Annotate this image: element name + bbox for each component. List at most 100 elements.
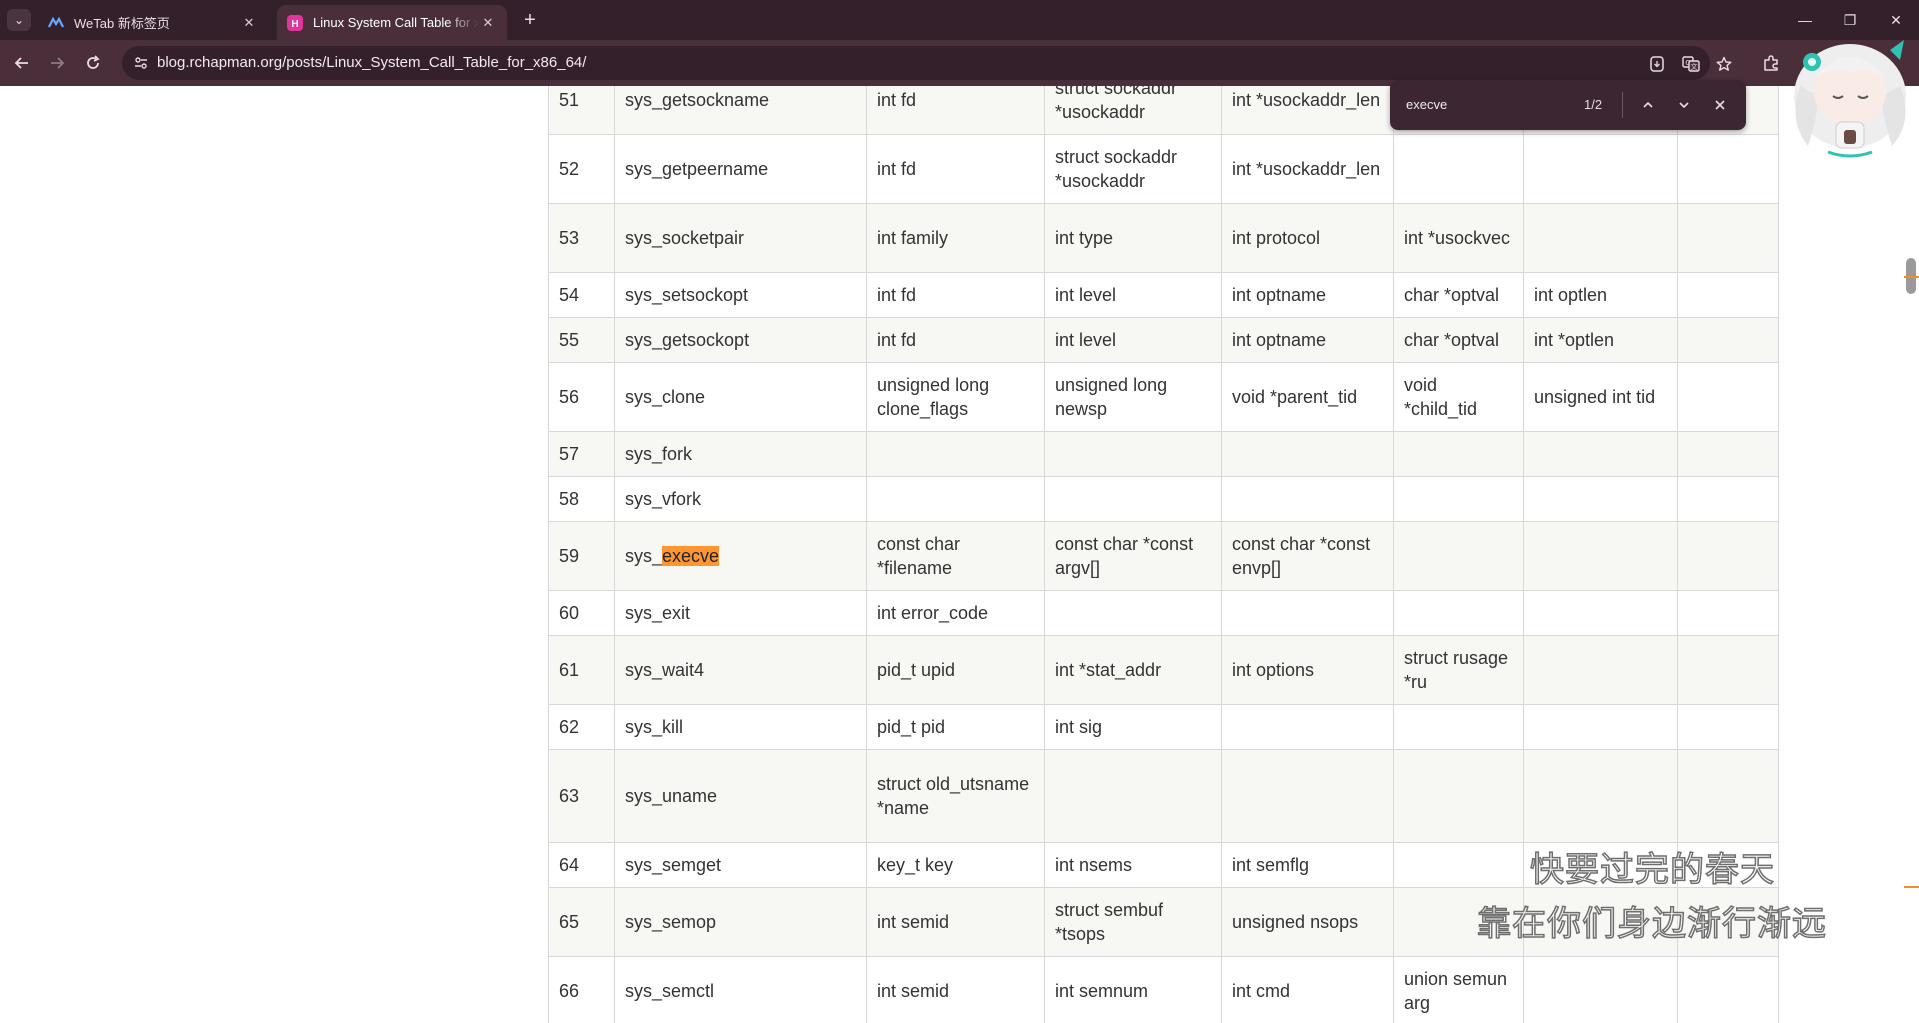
arg-cell: int family <box>866 203 1045 273</box>
table-row: 61 sys_wait4 pid_t upid int *stat_addr i… <box>548 635 1779 705</box>
arg-cell <box>1677 521 1779 591</box>
arg-cell: unsigned long clone_flags <box>866 362 1045 432</box>
arg-cell <box>1523 431 1678 477</box>
tab-linux-syscall[interactable]: H Linux System Call Table for x86_64 ✕ <box>277 5 507 40</box>
arg-cell: const char *filename <box>866 521 1045 591</box>
tab-wetab[interactable]: WeTab 新标签页 ✕ <box>38 5 268 40</box>
install-app-icon[interactable] <box>1647 54 1667 74</box>
table-row: 53 sys_socketpair int family int type in… <box>548 203 1779 273</box>
find-result-marker <box>1904 886 1919 888</box>
arg-cell <box>1044 431 1222 477</box>
tab-title: Linux System Call Table for x86_64 <box>313 15 479 30</box>
syscall-number: 58 <box>548 476 615 522</box>
table-row: 54 sys_setsockopt int fd int level int o… <box>548 272 1779 318</box>
name-prefix: sys_ <box>625 546 663 566</box>
find-input[interactable]: execve <box>1406 97 1447 112</box>
arg-cell <box>866 476 1045 522</box>
arg-cell: int optname <box>1221 317 1394 363</box>
arg-cell: char *optval <box>1393 317 1524 363</box>
arg-cell: struct sockaddr *usockaddr <box>1044 86 1222 135</box>
syscall-number: 61 <box>548 635 615 705</box>
arg-cell <box>1393 842 1524 888</box>
arg-cell <box>1221 749 1394 843</box>
syscall-number: 56 <box>548 362 615 432</box>
arg-cell: char *optval <box>1393 272 1524 318</box>
arg-cell <box>1523 590 1678 636</box>
arg-cell <box>1393 704 1524 750</box>
tab-search-icon[interactable]: ⌄ <box>7 9 31 31</box>
svg-text:H: H <box>291 19 298 30</box>
arg-cell: pid_t pid <box>866 704 1045 750</box>
arg-cell: int *usockaddr_len <box>1221 86 1394 135</box>
syscall-number: 59 <box>548 521 615 591</box>
tab-strip: ⌄ WeTab 新标签页 ✕ H Linux System Call Table… <box>0 0 1919 40</box>
arg-cell: int fd <box>866 272 1045 318</box>
arg-cell <box>1677 317 1779 363</box>
arg-cell: key_t key <box>866 842 1045 888</box>
arg-cell <box>866 431 1045 477</box>
new-tab-button[interactable]: + <box>519 9 541 31</box>
syscall-number: 60 <box>548 590 615 636</box>
syscall-number: 66 <box>548 956 615 1023</box>
arg-cell: int fd <box>866 134 1045 204</box>
chevron-up-icon[interactable] <box>1636 93 1660 117</box>
arg-cell: void *child_tid <box>1393 362 1524 432</box>
wetab-favicon-icon <box>48 15 64 31</box>
arg-cell: const char *const envp[] <box>1221 521 1394 591</box>
syscall-number: 53 <box>548 203 615 273</box>
reload-icon[interactable] <box>82 52 104 74</box>
syscall-name: sys_kill <box>614 704 867 750</box>
syscall-name: sys_semop <box>614 887 867 957</box>
chevron-down-icon[interactable] <box>1672 93 1696 117</box>
close-icon[interactable]: ✕ <box>479 14 497 32</box>
table-row: 56 sys_clone unsigned long clone_flags u… <box>548 362 1779 432</box>
table-row: 60 sys_exit int error_code <box>548 590 1779 636</box>
arg-cell <box>1393 134 1524 204</box>
table-row: 55 sys_getsockopt int fd int level int o… <box>548 317 1779 363</box>
arg-cell <box>1044 590 1222 636</box>
table-row: 59 sys_execve const char *filename const… <box>548 521 1779 591</box>
arg-cell: int *stat_addr <box>1044 635 1222 705</box>
forward-icon[interactable] <box>46 52 68 74</box>
arg-cell <box>1393 476 1524 522</box>
arg-cell <box>1221 704 1394 750</box>
arg-cell: int semid <box>866 956 1045 1023</box>
arg-cell <box>1677 476 1779 522</box>
syscall-name: sys_semctl <box>614 956 867 1023</box>
syscall-name: sys_getpeername <box>614 134 867 204</box>
arg-cell: struct sockaddr *usockaddr <box>1044 134 1222 204</box>
arg-cell: unsigned int tid <box>1523 362 1678 432</box>
arg-cell <box>1393 749 1524 843</box>
back-icon[interactable] <box>11 52 33 74</box>
find-match-count: 1/2 <box>1584 97 1603 112</box>
close-icon[interactable]: ✕ <box>240 14 258 32</box>
arg-cell: int type <box>1044 203 1222 273</box>
arg-cell <box>1523 134 1678 204</box>
vertical-scrollbar[interactable] <box>1904 86 1919 1023</box>
arg-cell: int cmd <box>1221 956 1394 1023</box>
find-result-marker <box>1904 276 1919 278</box>
arg-cell: int optlen <box>1523 272 1678 318</box>
syscall-name: sys_uname <box>614 749 867 843</box>
syscall-name: sys_socketpair <box>614 203 867 273</box>
arg-cell: int options <box>1221 635 1394 705</box>
syscall-number: 63 <box>548 749 615 843</box>
address-bar[interactable]: blog.rchapman.org/posts/Linux_System_Cal… <box>122 46 1732 80</box>
site-info-icon[interactable] <box>132 54 150 72</box>
arg-cell <box>1677 704 1779 750</box>
arg-cell: unsigned nsops <box>1221 887 1394 957</box>
url-text: blog.rchapman.org/posts/Linux_System_Cal… <box>157 54 587 71</box>
arg-cell: pid_t upid <box>866 635 1045 705</box>
arg-cell: int optname <box>1221 272 1394 318</box>
syscall-name: sys_clone <box>614 362 867 432</box>
close-icon[interactable] <box>1708 93 1732 117</box>
translate-icon[interactable]: G文 <box>1681 54 1701 74</box>
lyrics-line-2: 靠在你们身边渐行渐远 <box>1476 903 1827 945</box>
table-row: 57 sys_fork <box>548 431 1779 477</box>
syscall-number: 62 <box>548 704 615 750</box>
bookmark-star-icon[interactable] <box>1714 54 1734 74</box>
syscall-number: 54 <box>548 272 615 318</box>
arg-cell: int sig <box>1044 704 1222 750</box>
arg-cell <box>1044 476 1222 522</box>
arg-cell <box>1677 134 1779 204</box>
